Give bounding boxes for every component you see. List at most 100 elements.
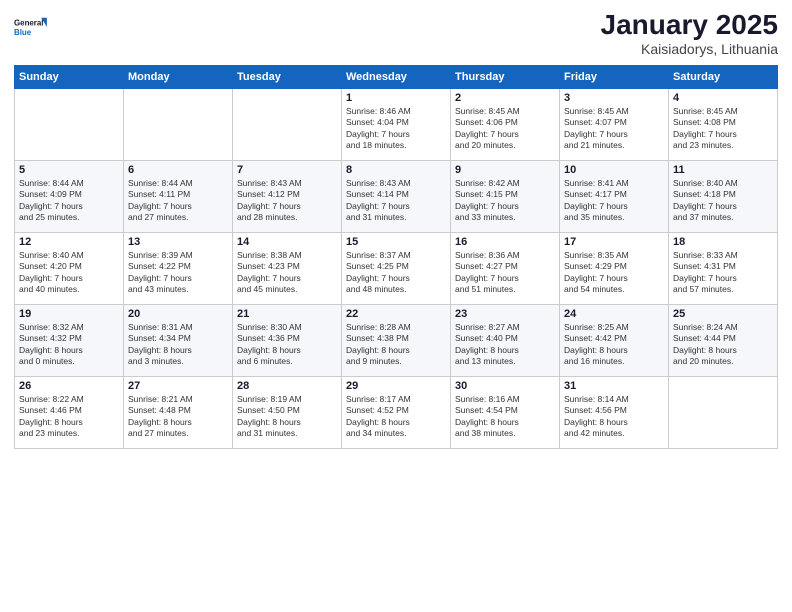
day-info: Sunrise: 8:43 AM Sunset: 4:12 PM Dayligh…	[237, 178, 337, 224]
day-number: 26	[19, 380, 119, 392]
column-header-sunday: Sunday	[15, 65, 124, 88]
day-info: Sunrise: 8:22 AM Sunset: 4:46 PM Dayligh…	[19, 394, 119, 440]
day-info: Sunrise: 8:27 AM Sunset: 4:40 PM Dayligh…	[455, 322, 555, 368]
day-number: 12	[19, 236, 119, 248]
day-number: 21	[237, 308, 337, 320]
day-info: Sunrise: 8:40 AM Sunset: 4:20 PM Dayligh…	[19, 250, 119, 296]
day-cell: 21Sunrise: 8:30 AM Sunset: 4:36 PM Dayli…	[233, 304, 342, 376]
header: General Blue January 2025 Kaisiadorys, L…	[14, 10, 778, 57]
day-cell: 22 Sunrise: 8:28 AM Sunset: 4:38 PM Dayli…	[342, 304, 451, 376]
day-cell: 17 Sunrise: 8:35 AM Sunset: 4:29 PM Dayli…	[560, 232, 669, 304]
day-cell: 14Sunrise: 8:38 AM Sunset: 4:23 PM Dayli…	[233, 232, 342, 304]
day-number: 8	[346, 164, 446, 176]
day-number: 20	[128, 308, 228, 320]
day-number: 4	[673, 92, 773, 104]
day-number: 17	[564, 236, 664, 248]
day-info: Sunrise: 8:31 AM Sunset: 4:34 PM Dayligh…	[128, 322, 228, 368]
day-cell: 15 Sunrise: 8:37 AM Sunset: 4:25 PM Dayli…	[342, 232, 451, 304]
week-row-4: 19 Sunrise: 8:32 AM Sunset: 4:32 PM Dayli…	[15, 304, 778, 376]
day-number: 9	[455, 164, 555, 176]
logo: General Blue	[14, 10, 48, 46]
day-cell: 24 Sunrise: 8:25 AM Sunset: 4:42 PM Dayli…	[560, 304, 669, 376]
day-cell: 23 Sunrise: 8:27 AM Sunset: 4:40 PM Dayli…	[451, 304, 560, 376]
day-info: Sunrise: 8:45 AM Sunset: 4:08 PM Dayligh…	[673, 106, 773, 152]
day-number: 3	[564, 92, 664, 104]
day-number: 10	[564, 164, 664, 176]
day-info: Sunrise: 8:25 AM Sunset: 4:42 PM Dayligh…	[564, 322, 664, 368]
day-info: Sunrise: 8:35 AM Sunset: 4:29 PM Dayligh…	[564, 250, 664, 296]
day-number: 11	[673, 164, 773, 176]
svg-text:Blue: Blue	[14, 28, 32, 37]
column-header-thursday: Thursday	[451, 65, 560, 88]
location: Kaisiadorys, Lithuania	[601, 41, 778, 57]
day-cell	[233, 88, 342, 160]
day-cell: 2 Sunrise: 8:45 AM Sunset: 4:06 PM Daylig…	[451, 88, 560, 160]
day-cell: 16Sunrise: 8:36 AM Sunset: 4:27 PM Dayli…	[451, 232, 560, 304]
day-number: 31	[564, 380, 664, 392]
day-number: 5	[19, 164, 119, 176]
day-cell: 11 Sunrise: 8:40 AM Sunset: 4:18 PM Dayli…	[669, 160, 778, 232]
day-cell: 4 Sunrise: 8:45 AM Sunset: 4:08 PM Daylig…	[669, 88, 778, 160]
day-number: 24	[564, 308, 664, 320]
day-info: Sunrise: 8:45 AM Sunset: 4:06 PM Dayligh…	[455, 106, 555, 152]
day-info: Sunrise: 8:14 AM Sunset: 4:56 PM Dayligh…	[564, 394, 664, 440]
day-cell: 7 Sunrise: 8:43 AM Sunset: 4:12 PM Daylig…	[233, 160, 342, 232]
day-number: 6	[128, 164, 228, 176]
day-number: 2	[455, 92, 555, 104]
day-number: 27	[128, 380, 228, 392]
column-header-wednesday: Wednesday	[342, 65, 451, 88]
calendar: SundayMondayTuesdayWednesdayThursdayFrid…	[14, 65, 778, 449]
day-number: 13	[128, 236, 228, 248]
day-info: Sunrise: 8:42 AM Sunset: 4:15 PM Dayligh…	[455, 178, 555, 224]
day-number: 1	[346, 92, 446, 104]
day-number: 14	[237, 236, 337, 248]
day-info: Sunrise: 8:40 AM Sunset: 4:18 PM Dayligh…	[673, 178, 773, 224]
day-info: Sunrise: 8:33 AM Sunset: 4:31 PM Dayligh…	[673, 250, 773, 296]
day-info: Sunrise: 8:44 AM Sunset: 4:11 PM Dayligh…	[128, 178, 228, 224]
day-cell: 26 Sunrise: 8:22 AM Sunset: 4:46 PM Dayli…	[15, 376, 124, 448]
day-info: Sunrise: 8:46 AM Sunset: 4:04 PM Dayligh…	[346, 106, 446, 152]
column-header-saturday: Saturday	[669, 65, 778, 88]
day-info: Sunrise: 8:37 AM Sunset: 4:25 PM Dayligh…	[346, 250, 446, 296]
day-info: Sunrise: 8:36 AM Sunset: 4:27 PM Dayligh…	[455, 250, 555, 296]
day-info: Sunrise: 8:39 AM Sunset: 4:22 PM Dayligh…	[128, 250, 228, 296]
week-row-1: 1 Sunrise: 8:46 AM Sunset: 4:04 PM Daylig…	[15, 88, 778, 160]
day-number: 28	[237, 380, 337, 392]
day-cell: 3 Sunrise: 8:45 AM Sunset: 4:07 PM Daylig…	[560, 88, 669, 160]
column-header-tuesday: Tuesday	[233, 65, 342, 88]
day-info: Sunrise: 8:41 AM Sunset: 4:17 PM Dayligh…	[564, 178, 664, 224]
day-number: 30	[455, 380, 555, 392]
day-cell: 31 Sunrise: 8:14 AM Sunset: 4:56 PM Dayli…	[560, 376, 669, 448]
day-number: 19	[19, 308, 119, 320]
week-row-3: 12 Sunrise: 8:40 AM Sunset: 4:20 PM Dayli…	[15, 232, 778, 304]
day-info: Sunrise: 8:16 AM Sunset: 4:54 PM Dayligh…	[455, 394, 555, 440]
svg-text:General: General	[14, 19, 44, 28]
day-info: Sunrise: 8:28 AM Sunset: 4:38 PM Dayligh…	[346, 322, 446, 368]
day-cell: 13 Sunrise: 8:39 AM Sunset: 4:22 PM Dayli…	[124, 232, 233, 304]
day-info: Sunrise: 8:45 AM Sunset: 4:07 PM Dayligh…	[564, 106, 664, 152]
day-number: 15	[346, 236, 446, 248]
day-cell: 29Sunrise: 8:17 AM Sunset: 4:52 PM Dayli…	[342, 376, 451, 448]
day-cell: 12 Sunrise: 8:40 AM Sunset: 4:20 PM Dayli…	[15, 232, 124, 304]
day-info: Sunrise: 8:17 AM Sunset: 4:52 PM Dayligh…	[346, 394, 446, 440]
day-info: Sunrise: 8:44 AM Sunset: 4:09 PM Dayligh…	[19, 178, 119, 224]
column-header-friday: Friday	[560, 65, 669, 88]
day-cell: 10 Sunrise: 8:41 AM Sunset: 4:17 PM Dayli…	[560, 160, 669, 232]
day-info: Sunrise: 8:24 AM Sunset: 4:44 PM Dayligh…	[673, 322, 773, 368]
day-number: 7	[237, 164, 337, 176]
day-cell: 27 Sunrise: 8:21 AM Sunset: 4:48 PM Dayli…	[124, 376, 233, 448]
day-cell: 20 Sunrise: 8:31 AM Sunset: 4:34 PM Dayli…	[124, 304, 233, 376]
day-cell	[124, 88, 233, 160]
day-cell: 8Sunrise: 8:43 AM Sunset: 4:14 PM Daylig…	[342, 160, 451, 232]
day-cell: 1 Sunrise: 8:46 AM Sunset: 4:04 PM Daylig…	[342, 88, 451, 160]
column-header-monday: Monday	[124, 65, 233, 88]
day-number: 23	[455, 308, 555, 320]
week-row-2: 5 Sunrise: 8:44 AM Sunset: 4:09 PM Daylig…	[15, 160, 778, 232]
day-info: Sunrise: 8:32 AM Sunset: 4:32 PM Dayligh…	[19, 322, 119, 368]
day-cell: 19 Sunrise: 8:32 AM Sunset: 4:32 PM Dayli…	[15, 304, 124, 376]
page: General Blue January 2025 Kaisiadorys, L…	[0, 0, 792, 612]
title-area: January 2025 Kaisiadorys, Lithuania	[601, 10, 778, 57]
day-info: Sunrise: 8:21 AM Sunset: 4:48 PM Dayligh…	[128, 394, 228, 440]
day-number: 22	[346, 308, 446, 320]
day-cell	[15, 88, 124, 160]
